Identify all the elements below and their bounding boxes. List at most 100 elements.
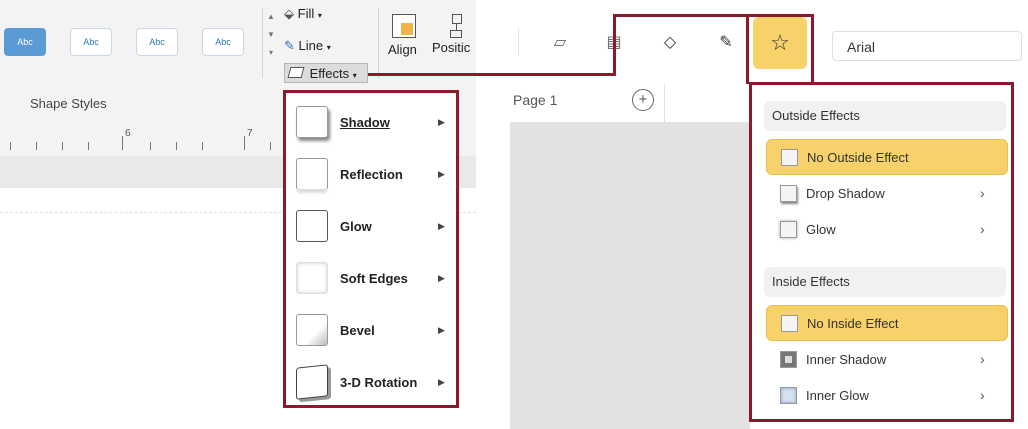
glow-preview-icon — [296, 210, 328, 242]
group-divider — [378, 8, 379, 78]
glow-swatch-icon — [780, 220, 797, 238]
chevron-down-icon: ▾ — [326, 43, 331, 52]
option-no-outside-effect[interactable]: No Outside Effect — [766, 139, 1008, 175]
canvas-area[interactable] — [510, 122, 750, 429]
reflection-preview-icon — [296, 158, 328, 190]
fill-label: Fill — [297, 6, 315, 21]
shape-style-3[interactable]: Abc — [136, 28, 178, 56]
effects-label: Effects — [309, 66, 350, 81]
toolbar-divider — [518, 28, 519, 56]
chevron-down-icon: ▾ — [352, 71, 357, 80]
option-drop-shadow[interactable]: Drop Shadow › — [766, 175, 1008, 211]
option-label: Glow — [806, 221, 836, 237]
position-label: Positic — [432, 40, 471, 55]
menu-item-label: Shadow — [340, 114, 390, 130]
position-icon — [446, 14, 470, 38]
option-inner-shadow[interactable]: Inner Shadow › — [766, 341, 1008, 377]
group-label: Shape Styles — [30, 96, 107, 111]
menu-item-soft-edges[interactable]: Soft Edges ▶ — [286, 252, 456, 304]
scroll-up-icon[interactable]: ▲ — [263, 8, 279, 26]
effects-dropdown-menu: Shadow ▶ Reflection ▶ Glow ▶ Soft Edges … — [283, 90, 459, 408]
menu-item-shadow[interactable]: Shadow ▶ — [286, 96, 456, 148]
line-label: Line — [298, 38, 324, 53]
submenu-arrow-icon: ▶ — [438, 376, 445, 387]
tab-divider — [664, 84, 665, 122]
menu-item-label: 3-D Rotation — [340, 374, 418, 390]
position-button[interactable]: Positic — [432, 14, 476, 74]
callout-connector — [480, 73, 616, 76]
menu-item-3d-rotation[interactable]: 3-D Rotation ▶ — [286, 356, 456, 408]
outside-effects-header: Outside Effects — [764, 101, 1006, 131]
ruler-number: 7 — [247, 128, 253, 139]
menu-item-reflection[interactable]: Reflection ▶ — [286, 148, 456, 200]
callout-connector — [368, 73, 480, 76]
menu-item-label: Soft Edges — [340, 270, 408, 286]
shape-style-gallery: Abc Abc Abc Abc — [0, 20, 262, 70]
shape-outline-button[interactable]: ✎ Line ▾ — [284, 38, 331, 54]
option-label: Drop Shadow — [806, 185, 885, 201]
swatch-icon — [781, 148, 798, 166]
swatch-icon — [781, 314, 798, 332]
chevron-down-icon: ▾ — [317, 11, 322, 20]
pen-icon[interactable]: ✎ — [714, 30, 738, 54]
gallery-scroll[interactable]: ▲ ▼ ▾ — [262, 8, 279, 78]
effects-star-button[interactable]: ☆ — [753, 17, 807, 69]
callout-connector — [746, 14, 814, 17]
option-glow[interactable]: Glow › — [766, 211, 1008, 247]
add-page-button[interactable]: + — [632, 89, 654, 111]
option-label: No Inside Effect — [807, 315, 899, 331]
paint-bucket-icon: ⬙ — [284, 6, 294, 21]
submenu-arrow-icon: ▶ — [438, 220, 445, 231]
submenu-arrow-icon: ▶ — [438, 324, 445, 335]
drop-shadow-swatch-icon — [780, 184, 797, 202]
rotation-preview-icon — [296, 364, 328, 400]
menu-item-label: Glow — [340, 218, 372, 234]
shape-fill-button[interactable]: ⬙ Fill ▾ — [284, 6, 322, 22]
option-inner-glow[interactable]: Inner Glow › — [766, 377, 1008, 413]
shape-style-1[interactable]: Abc — [4, 28, 46, 56]
font-family-select[interactable]: Arial — [832, 31, 1022, 61]
inside-effects-header: Inside Effects — [764, 267, 1006, 297]
fill-bucket-icon[interactable]: ◇ — [658, 30, 682, 54]
option-label: Inner Glow — [806, 387, 869, 403]
option-label: Inner Shadow — [806, 351, 887, 367]
effects-panel: Outside Effects No Outside Effect Drop S… — [749, 82, 1014, 422]
plus-icon: + — [638, 91, 648, 108]
align-icon — [392, 14, 416, 38]
chevron-right-icon: › — [980, 351, 985, 367]
ruler-number: 6 — [125, 128, 131, 139]
shape-icon[interactable]: ▱ — [548, 30, 572, 54]
inner-shadow-swatch-icon — [780, 350, 797, 368]
align-button[interactable]: Align — [388, 14, 428, 74]
option-label: No Outside Effect — [807, 149, 909, 165]
callout-connector — [613, 14, 616, 76]
menu-item-label: Bevel — [340, 322, 375, 338]
submenu-arrow-icon: ▶ — [438, 272, 445, 283]
tab-page-1[interactable]: Page 1 — [513, 92, 557, 108]
align-label: Align — [388, 42, 417, 57]
inner-glow-swatch-icon — [780, 386, 797, 404]
option-no-inside-effect[interactable]: No Inside Effect — [766, 305, 1008, 341]
menu-item-glow[interactable]: Glow ▶ — [286, 200, 456, 252]
shadow-preview-icon — [296, 106, 328, 138]
menu-item-label: Reflection — [340, 166, 403, 182]
chevron-right-icon: › — [980, 387, 985, 403]
shape-style-2[interactable]: Abc — [70, 28, 112, 56]
soft-edges-preview-icon — [296, 262, 328, 294]
pen-icon: ✎ — [284, 38, 295, 53]
menu-item-bevel[interactable]: Bevel ▶ — [286, 304, 456, 356]
shape-style-4[interactable]: Abc — [202, 28, 244, 56]
submenu-arrow-icon: ▶ — [438, 168, 445, 179]
callout-connector — [811, 14, 814, 84]
star-icon: ☆ — [770, 30, 790, 55]
chevron-right-icon: › — [980, 185, 985, 201]
callout-connector — [613, 14, 749, 17]
office-ribbon-panel: Abc Abc Abc Abc ▲ ▼ ▾ ⬙ Fill ▾ ✎ Line ▾ … — [0, 0, 476, 429]
scroll-down-icon[interactable]: ▼ — [263, 26, 279, 44]
shape-effects-button[interactable]: Effects ▾ — [284, 63, 368, 83]
bevel-preview-icon — [296, 314, 328, 346]
gallery-more-icon[interactable]: ▾ — [263, 44, 279, 62]
callout-connector — [746, 14, 749, 84]
chevron-right-icon: › — [980, 221, 985, 237]
submenu-arrow-icon: ▶ — [438, 116, 445, 127]
